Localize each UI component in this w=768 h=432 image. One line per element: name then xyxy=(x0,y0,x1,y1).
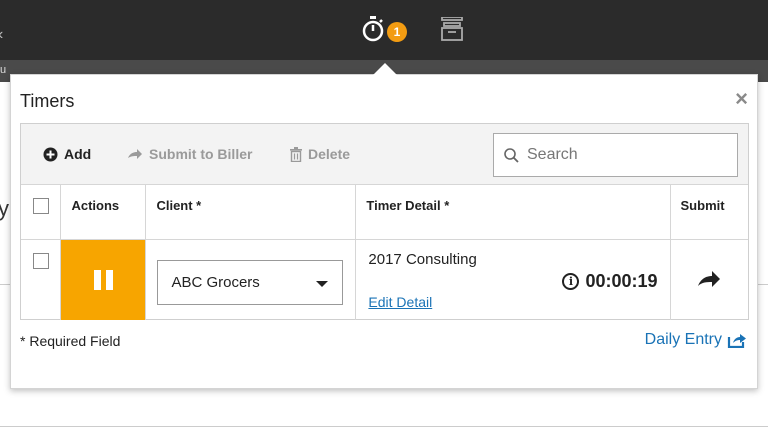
submit-to-biller-button[interactable]: Submit to Biller xyxy=(127,146,252,162)
search-input[interactable] xyxy=(527,146,717,164)
row-select-cell xyxy=(21,239,62,320)
table-header-row: Actions Client * Timer Detail * Submit xyxy=(21,185,748,240)
timer-detail-cell: 2017 Consulting Edit Detail i 00:00:19 xyxy=(355,239,671,320)
submit-to-biller-label: Submit to Biller xyxy=(149,146,253,162)
chevron-down-icon xyxy=(316,281,329,287)
pause-icon-bar-right xyxy=(105,269,113,290)
background-heading-fragment: y xyxy=(0,196,9,221)
popup-title: Timers xyxy=(20,91,75,111)
client-dropdown[interactable]: ABC Grocers xyxy=(157,259,344,305)
share-arrow-icon[interactable] xyxy=(697,270,721,288)
required-field-note: * Required Field xyxy=(20,333,121,349)
external-share-icon xyxy=(727,334,746,348)
top-app-bar: ‹ 1 xyxy=(0,0,768,60)
pause-icon-bar-left xyxy=(93,269,101,290)
client-selected-value: ABC Grocers xyxy=(171,273,260,291)
add-button[interactable]: Add xyxy=(43,146,91,162)
timer-count-badge: 1 xyxy=(387,22,407,42)
actions-cell xyxy=(60,239,147,320)
timer-detail-header: Timer Detail * xyxy=(355,185,671,240)
pause-timer-button[interactable] xyxy=(61,239,146,320)
delete-button[interactable]: Delete xyxy=(290,146,350,162)
search-field[interactable] xyxy=(493,133,738,177)
submit-header: Submit xyxy=(670,185,748,240)
timer-detail-name: 2017 Consulting xyxy=(368,250,477,268)
select-all-checkbox[interactable] xyxy=(33,198,49,214)
add-button-label: Add xyxy=(64,146,92,162)
search-icon xyxy=(504,147,519,163)
timers-panel: Add Submit to Biller Delete Search Actio… xyxy=(20,123,749,320)
edit-detail-link[interactable]: Edit Detail xyxy=(368,294,432,310)
client-header: Client * xyxy=(145,185,357,240)
elapsed-time: i 00:00:19 xyxy=(562,270,658,292)
background-divider-bottom xyxy=(0,426,768,427)
popup-pointer xyxy=(373,63,397,75)
daily-entry-label: Daily Entry xyxy=(644,331,722,348)
timers-popup: Timers × Add Submit to Biller Delete Sea… xyxy=(10,74,758,389)
select-all-header xyxy=(21,185,62,240)
actions-header: Actions xyxy=(60,185,147,240)
close-button[interactable]: × xyxy=(735,88,748,110)
table-row: ABC Grocers 2017 Consulting Edit Detail … xyxy=(21,239,748,320)
timers-toolbar: Add Submit to Biller Delete xyxy=(21,124,748,185)
row-checkbox[interactable] xyxy=(33,252,49,269)
delete-label: Delete xyxy=(308,146,351,162)
timers-table: Actions Client * Timer Detail * Submit A… xyxy=(21,185,748,320)
trash-icon xyxy=(290,146,302,162)
info-icon[interactable]: i xyxy=(562,272,580,290)
client-cell: ABC Grocers xyxy=(145,239,357,320)
daily-entry-link[interactable]: Daily Entry xyxy=(645,331,747,349)
share-arrow-icon xyxy=(128,149,142,159)
archive-icon[interactable] xyxy=(441,17,463,41)
subbar-edge-glyph: u xyxy=(0,64,7,76)
stopwatch-icon[interactable] xyxy=(362,16,384,42)
menu-edge-icon[interactable]: ‹ xyxy=(0,26,3,44)
plus-circle-icon xyxy=(43,147,58,161)
elapsed-time-value: 00:00:19 xyxy=(585,270,658,291)
submit-cell xyxy=(670,239,748,320)
